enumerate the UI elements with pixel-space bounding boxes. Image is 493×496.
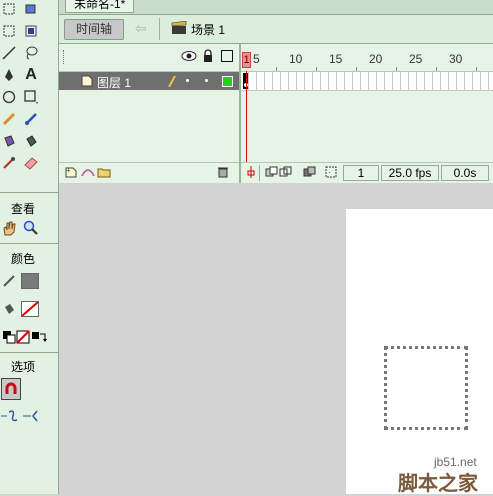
frame-number-label: 30 [449, 52, 463, 66]
onion-skin-outlines-icon[interactable] [279, 166, 292, 178]
snap-to-objects-icon[interactable] [1, 378, 21, 400]
layer-frames-row[interactable] [241, 72, 493, 91]
selection-tool-icon[interactable] [0, 0, 18, 18]
straighten-icon[interactable] [22, 407, 44, 425]
layer-list-empty-area [59, 90, 239, 162]
smooth-icon[interactable] [0, 407, 22, 425]
rectangle-tool-icon[interactable] [22, 88, 40, 106]
toolbox-divider [0, 243, 58, 244]
frame-tick [276, 67, 277, 71]
watermark-name: 脚本之家 [398, 473, 478, 495]
svg-text:+: + [66, 166, 71, 175]
eraser-tool-icon[interactable] [22, 154, 40, 172]
gradient-transform-tool-icon[interactable] [22, 22, 40, 40]
lasso-tool-icon[interactable] [22, 44, 40, 62]
subselect-tool-icon[interactable] [0, 22, 18, 40]
frame-tick [396, 67, 397, 71]
layer-outline-color-square[interactable] [222, 76, 233, 87]
oval-tool-icon[interactable] [0, 88, 18, 106]
hand-tool-icon[interactable] [0, 219, 18, 237]
document-tab-bar: 未命名-1* [59, 0, 493, 15]
eyedropper-tool-icon[interactable] [0, 154, 18, 172]
text-tool-icon[interactable]: A [22, 66, 40, 84]
rectangle-shape[interactable] [384, 346, 468, 430]
elapsed-time-field: 0.0s [441, 165, 489, 181]
colors-section-label: 颜色 [10, 252, 35, 266]
toolbox-divider [0, 192, 58, 193]
timeline-status-bar: · 1 25.0 fps 0.0s [241, 162, 493, 183]
zoom-tool-icon[interactable] [22, 219, 40, 237]
layer-name[interactable]: 图层 1 [97, 74, 131, 91]
toolbox-panel: A 查看 颜色 选项 [0, 0, 59, 494]
status-divider [259, 165, 260, 181]
frame-number-label: 20 [369, 52, 383, 66]
frame-tick [476, 67, 477, 71]
timeline-panel: 图层 1 + 5 10 15 20 25 30 1 · 1 25.0 fps 0… [59, 44, 493, 183]
add-motion-guide-icon[interactable] [81, 166, 95, 178]
panel-grip[interactable] [63, 50, 66, 64]
fill-color-swatch[interactable] [21, 301, 39, 317]
layer-header [59, 44, 239, 72]
layer-edit-pencil-icon [167, 74, 177, 91]
frame-ruler[interactable]: 5 10 15 20 25 30 1 [241, 44, 493, 72]
pencil-tool-icon[interactable] [0, 110, 18, 128]
scene-label[interactable]: 场景 1 [191, 21, 225, 38]
insert-layer-icon[interactable]: + [65, 166, 77, 178]
center-frame-icon[interactable] [245, 166, 257, 178]
onion-skin-icon[interactable] [265, 166, 278, 178]
frame-rate-field[interactable]: 25.0 fps [381, 165, 439, 181]
free-transform-tool-icon[interactable] [22, 0, 40, 18]
frame-tick [436, 67, 437, 71]
current-frame-field: 1 [343, 165, 379, 181]
scene-clapper-icon [171, 20, 187, 35]
timeline-toggle-button[interactable]: 时间轴 [64, 19, 124, 40]
layer-row[interactable]: 图层 1 [59, 72, 239, 90]
fill-color-bucket-icon [0, 300, 18, 318]
ink-bottle-tool-icon[interactable] [0, 132, 18, 150]
brush-tool-icon[interactable] [22, 110, 40, 128]
insert-folder-icon[interactable] [97, 166, 111, 178]
svg-text:·: · [328, 168, 331, 177]
playhead-line [246, 71, 247, 162]
frame-number-label: 15 [329, 52, 343, 66]
layer-visible-dot[interactable] [186, 79, 189, 82]
paint-bucket-tool-icon[interactable] [22, 132, 40, 150]
modify-onion-markers-icon[interactable]: · [325, 166, 337, 178]
line-tool-icon[interactable] [0, 44, 18, 62]
document-tab[interactable]: 未命名-1* [65, 0, 135, 13]
edit-multiple-frames-icon[interactable] [303, 166, 316, 178]
frame-tick [316, 67, 317, 71]
lock-layers-icon[interactable] [202, 49, 214, 66]
frame-area[interactable]: 5 10 15 20 25 30 1 [241, 44, 493, 162]
frame-number-label: 10 [289, 52, 303, 66]
pen-tool-icon[interactable] [0, 66, 18, 84]
layer-page-icon [81, 75, 93, 90]
frame-number-label: 25 [409, 52, 423, 66]
toolbox-divider [0, 352, 58, 353]
frame-tick [356, 67, 357, 71]
view-section-label: 查看 [10, 202, 35, 216]
swap-colors-icon[interactable] [30, 328, 48, 346]
options-section-label: 选项 [10, 360, 35, 374]
playhead[interactable]: 1 [242, 52, 251, 68]
frame-number-label: 5 [253, 52, 260, 66]
frames-empty-area [241, 91, 493, 162]
stroke-color-swatch[interactable] [21, 273, 39, 289]
layer-lock-dot[interactable] [205, 79, 208, 82]
show-hide-layers-eye-icon[interactable] [181, 50, 197, 65]
back-arrow-icon[interactable]: ⇦ [135, 20, 147, 37]
stroke-color-pencil-icon [0, 272, 18, 290]
outline-layers-icon[interactable] [221, 50, 233, 62]
delete-layer-trash-icon[interactable] [217, 166, 229, 178]
edit-bar-divider [159, 18, 160, 40]
layer-toolbar: + [59, 162, 239, 183]
edit-bar: 时间轴 ⇦ 场景 1 [59, 15, 493, 44]
stage-workspace[interactable]: jb51.net 脚本之家 [59, 183, 493, 495]
